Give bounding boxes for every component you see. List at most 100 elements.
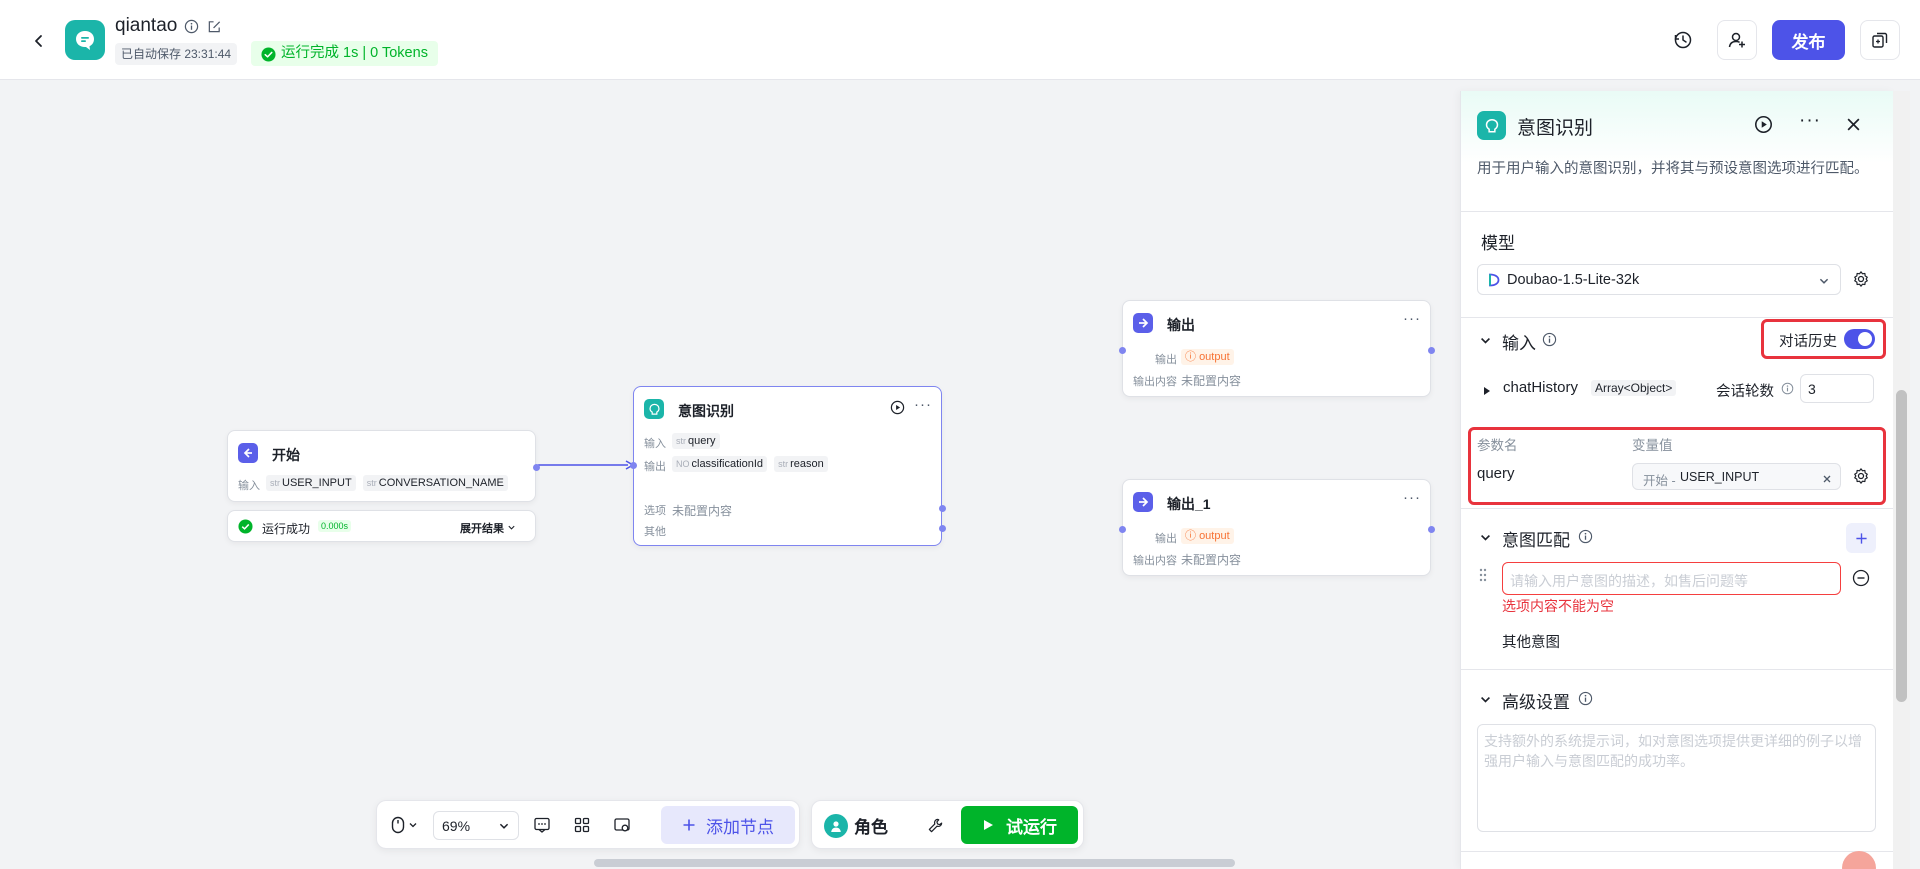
- variable-tag: str CONVERSATION_NAME: [362, 475, 508, 491]
- auto-layout-icon[interactable]: [569, 813, 595, 837]
- info-icon[interactable]: [184, 19, 199, 37]
- divider: [1461, 851, 1893, 852]
- var-value-header: 变量值: [1632, 438, 1673, 453]
- run-node-icon[interactable]: [890, 400, 905, 418]
- collapse-chevron-icon[interactable]: [1479, 693, 1492, 709]
- node-config-panel: 意图识别 ··· 用于用户输入的意图识别，并将其与预设意图选项进行匹配。 模型 …: [1460, 91, 1893, 869]
- divider: [1461, 669, 1893, 670]
- test-run-button[interactable]: 试运行: [961, 806, 1078, 844]
- zoom-select[interactable]: 69%: [433, 811, 519, 840]
- mouse-mode-selector[interactable]: [387, 813, 421, 837]
- output-node-icon: [1133, 492, 1153, 512]
- output-port[interactable]: [1428, 526, 1435, 533]
- wrench-icon[interactable]: [922, 813, 948, 837]
- role-avatar-icon: [824, 813, 848, 838]
- node-title: 输出_1: [1167, 496, 1211, 512]
- rounds-info-icon[interactable]: [1781, 382, 1794, 398]
- input-port[interactable]: [630, 462, 637, 469]
- collaborate-user-icon[interactable]: [1717, 20, 1757, 60]
- chat-history-toggle[interactable]: [1844, 329, 1875, 349]
- var-settings-gear-icon[interactable]: [1852, 467, 1870, 488]
- input-port[interactable]: [1119, 526, 1126, 533]
- expand-result-button[interactable]: 展开结果: [460, 520, 516, 536]
- start-node[interactable]: 开始 输入 str USER_INPUT str CONVERSATION_NAME: [227, 430, 540, 502]
- copy-icon[interactable]: [1860, 20, 1900, 60]
- more-options-icon[interactable]: ···: [914, 396, 932, 413]
- other-port[interactable]: [939, 525, 946, 532]
- option-port[interactable]: [939, 505, 946, 512]
- top-header: qiantao 已自动保存 23:31:44 运行完成 1s | 0 Token…: [0, 0, 1920, 80]
- autosave-status: 已自动保存 23:31:44: [115, 43, 238, 65]
- doubao-logo-icon: [1486, 273, 1500, 290]
- output-1-node[interactable]: 输出_1 ··· 输出 ⓘ output 输出内容 未配置内容: [1119, 479, 1435, 576]
- input-port[interactable]: [1119, 347, 1126, 354]
- history-icon[interactable]: [1663, 20, 1703, 60]
- content-label: 输出内容: [1133, 376, 1177, 388]
- add-node-button[interactable]: 添加节点: [661, 806, 795, 844]
- input-label: 输入: [238, 480, 260, 492]
- node-title: 意图识别: [678, 403, 734, 419]
- drag-handle-icon[interactable]: [1479, 568, 1487, 585]
- panel-node-icon: [1477, 111, 1506, 140]
- content-value: 未配置内容: [1181, 374, 1242, 388]
- rounds-input[interactable]: 3: [1800, 374, 1874, 403]
- comment-icon[interactable]: [529, 813, 555, 837]
- option-value: 未配置内容: [672, 504, 733, 518]
- close-icon[interactable]: [1846, 117, 1861, 135]
- model-section-title: 模型: [1481, 234, 1515, 253]
- edit-icon[interactable]: [207, 19, 222, 37]
- input-label: 输入: [644, 438, 666, 450]
- var-value-select[interactable]: 开始 - USER_INPUT: [1632, 463, 1841, 490]
- content-value: 未配置内容: [1181, 553, 1242, 567]
- advanced-section-title: 高级设置: [1502, 693, 1570, 712]
- role-button[interactable]: 角色: [824, 811, 888, 840]
- model-select[interactable]: Doubao-1.5-Lite-32k: [1477, 264, 1841, 295]
- success-check-icon: [238, 519, 253, 537]
- output-label: 输出: [1155, 354, 1177, 366]
- divider: [1461, 211, 1893, 212]
- intent-recognition-node[interactable]: 意图识别 ··· 输入 str query 输出 NO classification…: [630, 386, 946, 546]
- run-result-status: 运行成功: [262, 522, 311, 536]
- output-node-icon: [1133, 313, 1153, 333]
- clear-x-icon[interactable]: [1822, 471, 1832, 487]
- add-intent-button[interactable]: [1846, 523, 1876, 553]
- param-name-header: 参数名: [1477, 438, 1518, 453]
- output-port[interactable]: [533, 464, 540, 471]
- publish-button[interactable]: 发布: [1772, 20, 1845, 60]
- system-prompt-textarea[interactable]: 支持额外的系统提示词，如对意图选项提供更详细的例子以增强用户输入与意图匹配的成功…: [1477, 724, 1876, 832]
- run-node-icon[interactable]: [1754, 115, 1773, 137]
- node-title: 输出: [1167, 317, 1195, 333]
- other-label: 其他: [644, 526, 666, 538]
- output-tag: ⓘ output: [1181, 528, 1234, 544]
- remove-intent-icon[interactable]: [1852, 569, 1870, 590]
- intent-description-input[interactable]: 请输入用户意图的描述，如售后问题等: [1502, 562, 1841, 595]
- option-label: 选项: [644, 505, 666, 517]
- param-name: query: [1477, 465, 1515, 482]
- minimap-icon[interactable]: [609, 813, 635, 837]
- input-info-icon[interactable]: [1542, 332, 1557, 350]
- panel-scrollbar-thumb[interactable]: [1896, 390, 1907, 702]
- expand-caret-icon[interactable]: [1483, 383, 1491, 399]
- zoom-value: 69%: [442, 818, 471, 834]
- intent-section-title: 意图匹配: [1502, 531, 1570, 550]
- more-options-icon[interactable]: ···: [1403, 310, 1421, 327]
- output-port[interactable]: [1428, 347, 1435, 354]
- intent-node-icon: [644, 399, 664, 419]
- run-status-text: 运行完成 1s | 0 Tokens: [281, 45, 428, 61]
- variable-tag: str reason: [774, 456, 828, 472]
- advanced-info-icon[interactable]: [1578, 691, 1593, 709]
- more-options-icon[interactable]: ···: [1799, 110, 1821, 132]
- collapse-chevron-icon[interactable]: [1479, 334, 1492, 350]
- output-node[interactable]: 输出 ··· 输出 ⓘ output 输出内容 未配置内容: [1119, 300, 1435, 397]
- back-arrow-icon[interactable]: [26, 28, 52, 54]
- more-options-icon[interactable]: ···: [1403, 489, 1421, 506]
- node-title: 开始: [272, 447, 300, 463]
- content-label: 输出内容: [1133, 555, 1177, 567]
- divider: [1461, 317, 1893, 318]
- play-icon: [984, 820, 993, 830]
- collapse-chevron-icon[interactable]: [1479, 531, 1492, 547]
- variable-type-tag: Array<Object>: [1591, 380, 1677, 396]
- intent-info-icon[interactable]: [1578, 529, 1593, 547]
- model-settings-gear-icon[interactable]: [1852, 270, 1870, 291]
- horizontal-scrollbar[interactable]: [594, 859, 1235, 867]
